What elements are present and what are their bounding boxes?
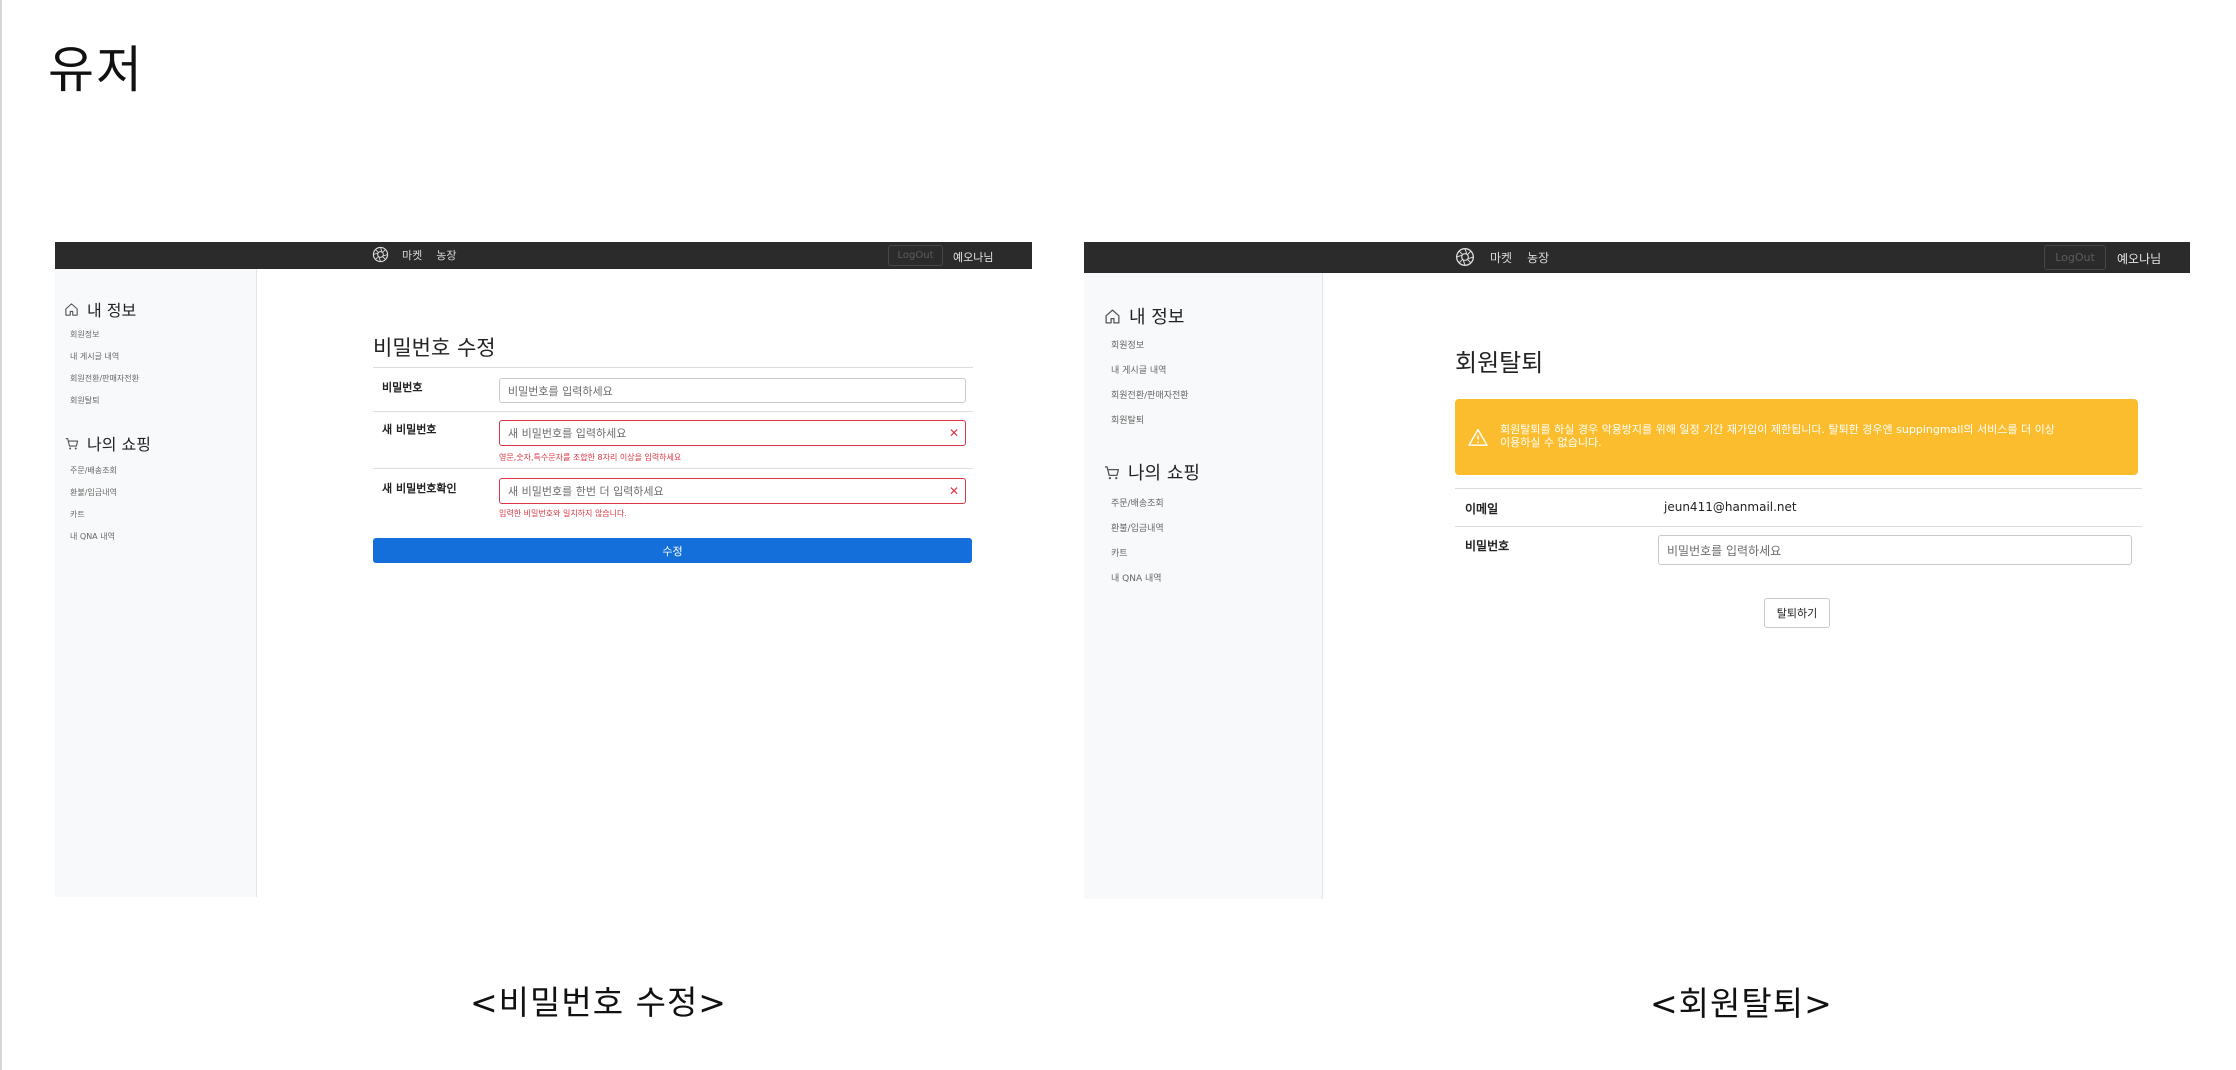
logout-button[interactable]: LogOut (888, 245, 943, 266)
logo-icon[interactable] (372, 246, 389, 263)
form-title: 회원탈퇴 (1455, 349, 1544, 377)
cart-icon (1104, 465, 1120, 479)
page-border (0, 0, 2, 1070)
caption-password-change: <비밀번호 수정> (470, 983, 727, 1022)
sidebar-heading-my-shopping: 나의 쇼핑 (64, 431, 151, 455)
warning-alert-text: 회원탈퇴를 하실 경우 악용방지를 위해 일정 기간 재가입이 제한됩니다. 탈… (1500, 423, 2055, 450)
sidebar-item-qna[interactable]: 내 QNA 내역 (1111, 571, 1162, 584)
warning-icon (1468, 428, 1488, 446)
confirm-password-error: 입력한 비밀번호와 일치하지 않습니다. (499, 509, 627, 518)
sidebar-item-qna[interactable]: 내 QNA 내역 (70, 531, 115, 542)
password-input[interactable]: 비밀번호를 입력하세요 (1658, 535, 2132, 565)
nav-farm-link[interactable]: 농장 (1527, 249, 1549, 266)
logout-button[interactable]: LogOut (2044, 245, 2106, 270)
sidebar-item-cart[interactable]: 카트 (70, 509, 85, 520)
page-title: 유저 (48, 41, 144, 99)
cart-icon (65, 437, 79, 449)
warning-alert: 회원탈퇴를 하실 경우 악용방지를 위해 일정 기간 재가입이 제한됩니다. 탈… (1455, 399, 2138, 475)
current-password-input[interactable]: 비밀번호를 입력하세요 (499, 378, 966, 403)
nav-market-link[interactable]: 마켓 (1490, 249, 1512, 266)
logo-icon[interactable] (1455, 247, 1475, 267)
sidebar-item-refunds[interactable]: 환불/입금내역 (1111, 521, 1164, 534)
sidebar-item-withdraw[interactable]: 회원탈퇴 (70, 395, 99, 406)
user-name[interactable]: 예오나님 (2117, 250, 2161, 267)
caption-withdraw: <회원탈퇴> (1650, 984, 1833, 1023)
sidebar-item-withdraw[interactable]: 회원탈퇴 (1111, 413, 1144, 426)
sidebar-item-cart[interactable]: 카트 (1111, 546, 1128, 559)
nav-farm-link[interactable]: 농장 (436, 247, 456, 263)
sidebar-item-my-posts[interactable]: 내 게시글 내역 (70, 351, 119, 362)
withdraw-button[interactable]: 탈퇴하기 (1764, 598, 1830, 628)
divider (373, 468, 973, 469)
confirm-password-input[interactable]: 새 비밀번호를 한번 더 입력하세요 (499, 478, 966, 504)
home-icon (65, 302, 78, 316)
sidebar-heading-my-info: 내 정보 (64, 297, 136, 321)
sidebar-item-switch-role[interactable]: 회원전환/판매자전환 (1111, 388, 1189, 401)
divider (373, 411, 973, 412)
email-label: 이메일 (1465, 502, 1499, 516)
new-password-label: 새 비밀번호 (382, 423, 437, 436)
new-password-error: 영문,숫자,특수문자를 조합한 8자리 이상을 입력하세요 (499, 453, 682, 462)
sidebar-item-orders[interactable]: 주문/배송조회 (70, 465, 117, 476)
email-value: jeun411@hanmail.net (1664, 500, 1797, 514)
sidebar-item-my-posts[interactable]: 내 게시글 내역 (1111, 363, 1166, 376)
sidebar-item-orders[interactable]: 주문/배송조회 (1111, 496, 1164, 509)
sidebar-item-member-info[interactable]: 회원정보 (70, 329, 99, 340)
navbar: 마켓 농장 LogOut 예오나님 (55, 242, 1032, 269)
sidebar-item-refunds[interactable]: 환불/입금내역 (70, 487, 117, 498)
sidebar: 내 정보 회원정보 내 게시글 내역 회원전환/판매자전환 회원탈퇴 나의 쇼핑… (1084, 273, 1323, 899)
nav-market-link[interactable]: 마켓 (402, 247, 422, 263)
confirm-password-label: 새 비밀번호확인 (382, 482, 457, 495)
password-label: 비밀번호 (1465, 539, 1510, 553)
sidebar-heading-my-shopping: 나의 쇼핑 (1103, 459, 1200, 485)
sidebar-heading-my-info: 내 정보 (1104, 303, 1184, 329)
new-password-input[interactable]: 새 비밀번호를 입력하세요 (499, 420, 966, 446)
sidebar-item-member-info[interactable]: 회원정보 (1111, 338, 1144, 351)
divider (373, 367, 973, 368)
sidebar-item-switch-role[interactable]: 회원전환/판매자전환 (70, 373, 139, 384)
user-name[interactable]: 예오나님 (953, 249, 993, 265)
password-label: 비밀번호 (382, 381, 423, 394)
divider (1455, 526, 2142, 527)
form-title: 비밀번호 수정 (373, 336, 496, 360)
sidebar: 내 정보 회원정보 내 게시글 내역 회원전환/판매자전환 회원탈퇴 나의 쇼핑… (55, 269, 257, 897)
close-icon: ✕ (949, 484, 960, 498)
password-change-screenshot: 마켓 농장 LogOut 예오나님 내 정보 회원정보 내 게시글 내역 회원전… (55, 242, 1032, 897)
home-icon (1105, 308, 1120, 324)
withdraw-screenshot: 마켓 농장 LogOut 예오나님 내 정보 회원정보 내 게시글 내역 회원전… (1084, 242, 2190, 899)
submit-button[interactable]: 수정 (373, 538, 972, 563)
navbar: 마켓 농장 LogOut 예오나님 (1084, 242, 2190, 273)
divider (1455, 488, 2142, 489)
navbar-brand: 마켓 농장 (1455, 247, 1549, 267)
close-icon: ✕ (949, 426, 960, 440)
navbar-brand: 마켓 농장 (372, 246, 457, 263)
